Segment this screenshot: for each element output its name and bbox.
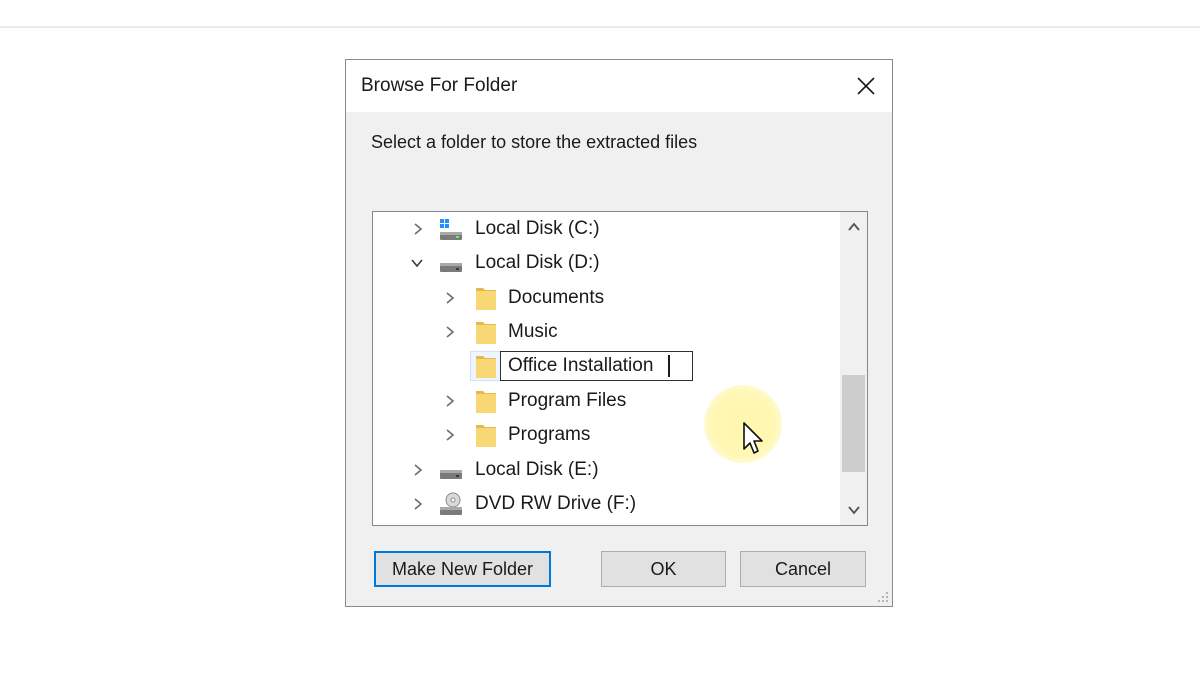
scrollbar-thumb[interactable]	[842, 375, 865, 472]
chevron-right-icon[interactable]	[443, 428, 457, 442]
tree-item-label: Local Disk (E:)	[475, 459, 599, 480]
dialog-title: Browse For Folder	[361, 75, 518, 96]
folder-icon	[476, 322, 496, 344]
make-new-folder-button[interactable]: Make New Folder	[374, 551, 551, 587]
instruction-text: Select a folder to store the extracted f…	[371, 132, 698, 152]
rename-folder-input[interactable]	[500, 351, 693, 381]
vertical-scrollbar[interactable]	[840, 212, 867, 525]
tree-item-music[interactable]: Music	[373, 317, 839, 347]
folder-icon	[476, 356, 496, 378]
scroll-down-button[interactable]	[840, 495, 867, 525]
chevron-right-icon[interactable]	[443, 325, 457, 339]
tree-item-local-disk-e[interactable]: Local Disk (E:)	[373, 455, 839, 485]
tree-item-label: Program Files	[508, 390, 627, 411]
tree-item-label: Local Disk (D:)	[475, 252, 600, 273]
title-bar: Browse For Folder	[346, 60, 892, 112]
tree-item-local-disk-d[interactable]: Local Disk (D:)	[373, 248, 839, 278]
tree-item-label: Documents	[508, 287, 605, 308]
drive-icon	[440, 470, 462, 479]
tree-item-office-installation[interactable]	[373, 351, 839, 381]
tree-item-label: DVD RW Drive (F:)	[475, 493, 637, 514]
background-divider	[0, 26, 1200, 28]
tree-item-label: Local Disk (C:)	[475, 218, 600, 239]
tree-item-dvd-rw-drive-f[interactable]: DVD RW Drive (F:)	[373, 489, 839, 519]
chevron-right-icon[interactable]	[443, 291, 457, 305]
browse-for-folder-dialog: Browse For Folder Select a folder to sto…	[345, 59, 893, 607]
chevron-right-icon[interactable]	[411, 463, 425, 477]
windows-drive-icon	[440, 219, 462, 240]
folder-icon	[476, 391, 496, 413]
chevron-right-icon[interactable]	[411, 222, 425, 236]
dvd-drive-icon	[440, 492, 462, 515]
folder-icon	[476, 425, 496, 447]
chevron-right-icon[interactable]	[411, 497, 425, 511]
text-caret	[668, 355, 670, 377]
scroll-up-button[interactable]	[840, 212, 867, 242]
chevron-up-icon	[847, 222, 860, 231]
resize-grip-icon[interactable]	[876, 590, 890, 604]
close-icon	[857, 77, 875, 95]
folder-icon	[476, 288, 496, 310]
chevron-down-icon	[847, 506, 860, 515]
chevron-down-icon[interactable]	[410, 256, 424, 270]
tree-item-label: Music	[508, 321, 558, 342]
folder-tree[interactable]: Local Disk (C:) Local Disk (D:) Document…	[372, 211, 868, 526]
close-button[interactable]	[846, 66, 886, 106]
tree-item-label: Programs	[508, 424, 591, 445]
mouse-pointer-icon	[743, 422, 763, 454]
tree-item-documents[interactable]: Documents	[373, 283, 839, 313]
drive-icon	[440, 263, 462, 272]
ok-button[interactable]: OK	[601, 551, 726, 587]
tree-item-local-disk-c[interactable]: Local Disk (C:)	[373, 214, 839, 244]
chevron-right-icon[interactable]	[443, 394, 457, 408]
cancel-button[interactable]: Cancel	[740, 551, 866, 587]
